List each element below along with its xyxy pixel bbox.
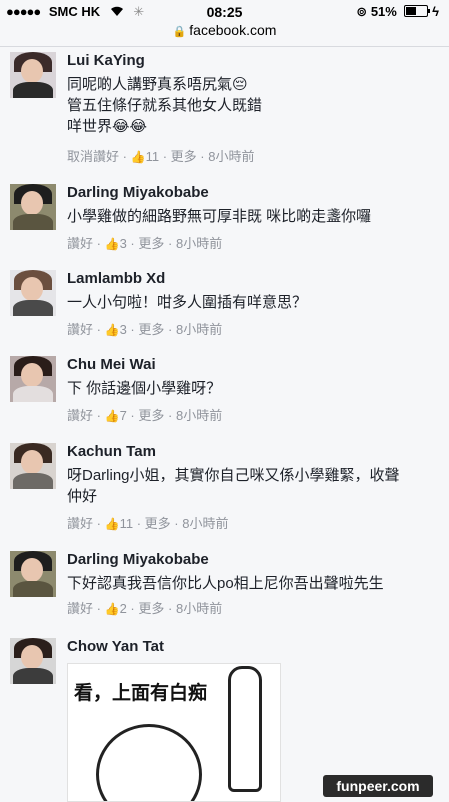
comment-line: 呀Darling小姐，其實你自己咪又係小學雞緊，收聲 [67, 467, 400, 484]
comment-text: 小學雞做的細路野無可厚非既 咪比啲走盞你囉 [67, 206, 437, 227]
commenter-name[interactable]: Kachun Tam [67, 443, 156, 460]
watermark: funpeer.com [323, 775, 433, 797]
like-count[interactable]: 7 [120, 408, 127, 423]
unlike-link[interactable]: 取消讚好 [67, 149, 119, 164]
comment-time[interactable]: 8小時前 [176, 236, 222, 251]
commenter-name[interactable]: Chow Yan Tat [67, 638, 164, 655]
comment-time[interactable]: 8小時前 [182, 516, 228, 531]
like-link[interactable]: 讚好 [67, 516, 93, 531]
comment-time[interactable]: 8小時前 [176, 601, 222, 616]
more-link[interactable]: 更多 [138, 236, 164, 251]
comment-line: 下好認真我吾信你比人po相上尼你吾出聲啦先生 [67, 575, 384, 592]
commenter-name[interactable]: Chu Mei Wai [67, 356, 156, 373]
comment-meta: 讚好 · 👍3 · 更多 · 8小時前 [67, 236, 223, 251]
pointing-hand-drawing [228, 666, 262, 792]
like-count[interactable]: 11 [120, 516, 134, 531]
more-link[interactable]: 更多 [145, 516, 171, 531]
commenter-name[interactable]: Lamlambb Xd [67, 270, 165, 287]
avatar[interactable] [10, 551, 56, 597]
like-link[interactable]: 讚好 [67, 601, 93, 616]
comment-line: 咩世界😂😂 [67, 118, 148, 135]
like-link[interactable]: 讚好 [67, 322, 93, 337]
thumbs-up-icon: 👍 [104, 602, 120, 616]
comment-line: 下 你話邊個小學雞呀？ [67, 380, 222, 397]
like-count[interactable]: 11 [146, 149, 160, 164]
charging-icon: ϟ [432, 4, 439, 19]
rotation-lock-icon: ⊚ [356, 4, 368, 19]
avatar[interactable] [10, 638, 56, 684]
commenter-name[interactable]: Darling Miyakobabe [67, 551, 209, 568]
avatar[interactable] [10, 52, 56, 98]
comment-text: 同呢啲人講野真系唔尻氣😔 管五住條仔就系其他女人既錯 咩世界😂😂 [67, 74, 437, 137]
more-link[interactable]: 更多 [138, 601, 164, 616]
like-count[interactable]: 3 [120, 236, 127, 251]
status-bar: ●●●●● SMC HK ✳ 08:25 ⊚ 51% ϟ [0, 0, 449, 22]
comment-line: 同呢啲人講野真系唔尻氣😔 [67, 76, 248, 93]
thumbs-up-icon: 👍 [130, 150, 146, 164]
comment-text: 下好認真我吾信你比人po相上尼你吾出聲啦先生 [67, 573, 437, 594]
commenter-name[interactable]: Darling Miyakobabe [67, 184, 209, 201]
url-bar[interactable]: 🔒 facebook.com [0, 22, 449, 47]
comment-meta: 讚好 · 👍2 · 更多 · 8小時前 [67, 601, 223, 616]
thumbs-up-icon: 👍 [104, 237, 120, 251]
meme-image[interactable]: 看，上面有白痴 [67, 663, 281, 802]
comment-text: 下 你話邊個小學雞呀？ [67, 378, 437, 399]
avatar[interactable] [10, 356, 56, 402]
like-link[interactable]: 讚好 [67, 408, 93, 423]
lock-icon: 🔒 [172, 26, 187, 38]
more-link[interactable]: 更多 [138, 408, 164, 423]
comment-line: 一人小句啦！咁多人圍插有咩意思？ [67, 294, 308, 311]
avatar[interactable] [10, 270, 56, 316]
comment-line: 管五住條仔就系其他女人既錯 [67, 97, 263, 114]
status-right: ⊚ 51% ϟ [356, 4, 439, 20]
battery-icon [404, 5, 431, 17]
commenter-name[interactable]: Lui KaYing [67, 52, 145, 69]
thumbs-up-icon: 👍 [104, 517, 120, 531]
like-link[interactable]: 讚好 [67, 236, 93, 251]
url-text: facebook.com [189, 22, 277, 38]
like-count[interactable]: 3 [120, 322, 127, 337]
battery-percent: 51% [370, 4, 397, 19]
comment-meta: 讚好 · 👍3 · 更多 · 8小時前 [67, 322, 223, 337]
comment-text: 呀Darling小姐，其實你自己咪又係小學雞緊，收聲 仲好 [67, 465, 437, 507]
comment-text: 一人小句啦！咁多人圍插有咩意思？ [67, 292, 437, 313]
comment-time[interactable]: 8小時前 [176, 408, 222, 423]
comment-time[interactable]: 8小時前 [208, 149, 254, 164]
comment-meta: 讚好 · 👍11 · 更多 · 8小時前 [67, 516, 229, 531]
thumbs-up-icon: 👍 [104, 409, 120, 423]
avatar[interactable] [10, 443, 56, 489]
more-link[interactable]: 更多 [138, 322, 164, 337]
comment-meta: 讚好 · 👍7 · 更多 · 8小時前 [67, 408, 223, 423]
meme-face-drawing [96, 724, 202, 801]
more-link[interactable]: 更多 [171, 149, 197, 164]
avatar[interactable] [10, 184, 56, 230]
like-count[interactable]: 2 [120, 601, 127, 616]
comment-time[interactable]: 8小時前 [176, 322, 222, 337]
meme-caption: 看，上面有白痴 [74, 683, 208, 704]
comment-line: 仲好 [67, 488, 98, 505]
comment-line: 小學雞做的細路野無可厚非既 咪比啲走盞你囉 [67, 208, 372, 225]
comment-meta: 取消讚好 · 👍11 · 更多 · 8小時前 [67, 149, 255, 164]
thumbs-up-icon: 👍 [104, 323, 120, 337]
